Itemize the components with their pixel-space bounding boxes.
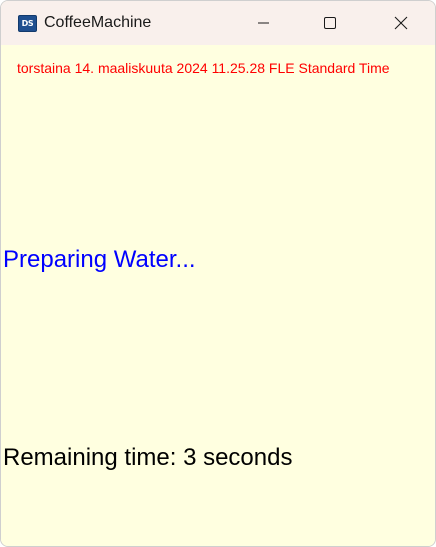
title-bar[interactable]: DS CoffeeMachine <box>1 1 435 45</box>
close-button[interactable] <box>378 1 424 45</box>
minimize-icon <box>258 22 269 24</box>
status-label: Preparing Water... <box>3 246 196 273</box>
minimize-button[interactable] <box>241 1 287 45</box>
close-icon <box>394 16 408 30</box>
main-content: torstaina 14. maaliskuuta 2024 11.25.28 … <box>1 45 435 546</box>
window-title: CoffeeMachine <box>44 14 152 31</box>
app-icon: DS <box>18 15 37 32</box>
datetime-label: torstaina 14. maaliskuuta 2024 11.25.28 … <box>17 60 390 76</box>
coffee-machine-window: DS CoffeeMachine torstaina 14. maaliskuu… <box>0 0 436 547</box>
remaining-time-label: Remaining time: 3 seconds <box>3 444 293 471</box>
maximize-icon <box>324 17 336 29</box>
maximize-button[interactable] <box>307 1 353 45</box>
